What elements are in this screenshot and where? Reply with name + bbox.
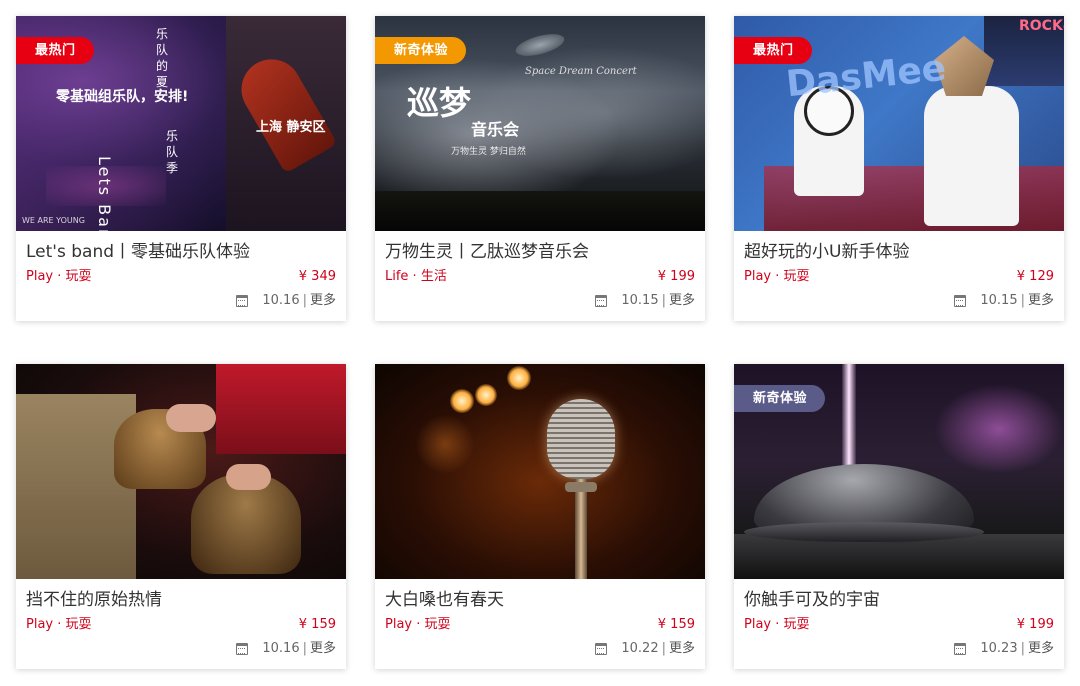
activity-grid: 零基础组乐队，安排! 乐队的夏 上海 静安区 Lets Band 乐队季 WE … <box>0 0 1080 686</box>
activity-card[interactable]: 挡不住的原始热情 Play · 玩耍 ¥ 159 10.16 | 更多 <box>16 364 346 669</box>
card-category[interactable]: Play · 玩耍 <box>26 268 92 286</box>
overlay-title: 巡梦 <box>407 84 472 122</box>
card-price: ¥ 199 <box>657 269 695 284</box>
divider: | <box>1020 293 1025 308</box>
card-category[interactable]: Play · 玩耍 <box>26 616 92 634</box>
card-image: 零基础组乐队，安排! 乐队的夏 上海 静安区 Lets Band 乐队季 WE … <box>16 16 346 231</box>
activity-card[interactable]: 巡梦 音乐会 万物生灵 梦归自然 Space Dream Concert 新奇体… <box>375 16 705 321</box>
more-link[interactable]: 更多 <box>310 640 336 658</box>
card-price: ¥ 159 <box>657 617 695 632</box>
overlay-subtitle: 音乐会 <box>471 120 520 139</box>
card-date: 10.22 <box>621 641 659 656</box>
card-title[interactable]: 你触手可及的宇宙 <box>744 588 1054 612</box>
card-date: 10.16 <box>262 293 300 308</box>
overlay-english: Space Dream Concert <box>525 66 637 77</box>
card-price: ¥ 349 <box>298 269 336 284</box>
overlay-caption: 万物生灵 梦归自然 <box>451 147 526 157</box>
calendar-icon <box>236 295 249 307</box>
divider: | <box>661 293 666 308</box>
hot-tag: 最热门 <box>16 37 94 64</box>
card-image: DasMee ROCK& 最热门 <box>734 16 1064 231</box>
card-category[interactable]: Life · 生活 <box>385 268 447 286</box>
card-image <box>16 364 346 579</box>
divider: | <box>302 293 307 308</box>
card-category[interactable]: Play · 玩耍 <box>744 616 810 634</box>
card-image: 新奇体验 <box>734 364 1064 579</box>
card-date: 10.15 <box>621 293 659 308</box>
card-date: 10.23 <box>980 641 1018 656</box>
more-link[interactable]: 更多 <box>1028 640 1054 658</box>
card-price: ¥ 159 <box>298 617 336 632</box>
more-link[interactable]: 更多 <box>1028 292 1054 310</box>
divider: | <box>302 641 307 656</box>
card-image: 巡梦 音乐会 万物生灵 梦归自然 Space Dream Concert 新奇体… <box>375 16 705 231</box>
calendar-icon <box>595 643 608 655</box>
overlay-line3: 上海 静安区 <box>256 120 326 135</box>
activity-card[interactable]: DasMee ROCK& 最热门 超好玩的小U新手体验 Play · 玩耍 ¥ … <box>734 16 1064 321</box>
activity-card[interactable]: 大白嗓也有春天 Play · 玩耍 ¥ 159 10.22 | 更多 <box>375 364 705 669</box>
calendar-icon <box>954 643 967 655</box>
overlay-sign2: ROCK& <box>1019 18 1064 34</box>
card-title[interactable]: Let's band丨零基础乐队体验 <box>26 240 336 264</box>
card-category[interactable]: Play · 玩耍 <box>744 268 810 286</box>
card-date: 10.16 <box>262 641 300 656</box>
calendar-icon <box>236 643 249 655</box>
overlay-line6: 乐队季 <box>166 129 179 175</box>
card-price: ¥ 199 <box>1016 617 1054 632</box>
new-tag: 新奇体验 <box>734 385 826 412</box>
card-date: 10.15 <box>980 293 1018 308</box>
calendar-icon <box>595 295 608 307</box>
card-title[interactable]: 大白嗓也有春天 <box>385 588 695 612</box>
card-category[interactable]: Play · 玩耍 <box>385 616 451 634</box>
card-image <box>375 364 705 579</box>
activity-card[interactable]: 零基础组乐队，安排! 乐队的夏 上海 静安区 Lets Band 乐队季 WE … <box>16 16 346 321</box>
more-link[interactable]: 更多 <box>310 292 336 310</box>
overlay-line4: Lets Band <box>95 156 114 231</box>
overlay-line5: WE ARE YOUNG <box>22 216 85 225</box>
more-link[interactable]: 更多 <box>669 292 695 310</box>
activity-card[interactable]: 新奇体验 你触手可及的宇宙 Play · 玩耍 ¥ 199 10.23 | 更多 <box>734 364 1064 669</box>
hot-tag: 最热门 <box>734 37 812 64</box>
card-title[interactable]: 万物生灵丨乙肽巡梦音乐会 <box>385 240 695 264</box>
card-title[interactable]: 超好玩的小U新手体验 <box>744 240 1054 264</box>
divider: | <box>661 641 666 656</box>
more-link[interactable]: 更多 <box>669 640 695 658</box>
divider: | <box>1020 641 1025 656</box>
new-tag: 新奇体验 <box>375 37 467 64</box>
calendar-icon <box>954 295 967 307</box>
card-title[interactable]: 挡不住的原始热情 <box>26 588 336 612</box>
card-price: ¥ 129 <box>1016 269 1054 284</box>
overlay-line2: 乐队的夏 <box>156 27 169 89</box>
